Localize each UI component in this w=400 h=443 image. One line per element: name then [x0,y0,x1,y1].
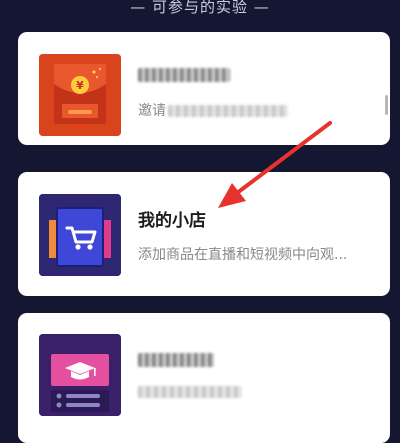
shopping-cart-icon [39,194,121,276]
card-title-obscured [138,65,230,85]
card-description: 添加商品在直播和短视频中向观... [138,247,348,263]
card-title-obscured [138,350,214,370]
card-description: 邀请 [138,100,288,120]
experiment-card-course[interactable] [18,313,390,443]
section-header: — 可参与的实验 — [130,0,270,16]
card-description-obscured [138,384,242,400]
card-title: 我的小店 [138,211,206,231]
graduation-cap-icon [39,334,121,416]
scrollbar-thumb[interactable] [385,95,388,115]
experiment-card-my-shop[interactable]: 我的小店 添加商品在直播和短视频中向观... [18,172,390,296]
experiment-card-invite[interactable]: ¥ 邀请 [18,32,390,145]
card-description-prefix: 邀请 [138,103,166,119]
red-envelope-icon: ¥ [39,54,121,136]
svg-text:¥: ¥ [76,79,84,92]
